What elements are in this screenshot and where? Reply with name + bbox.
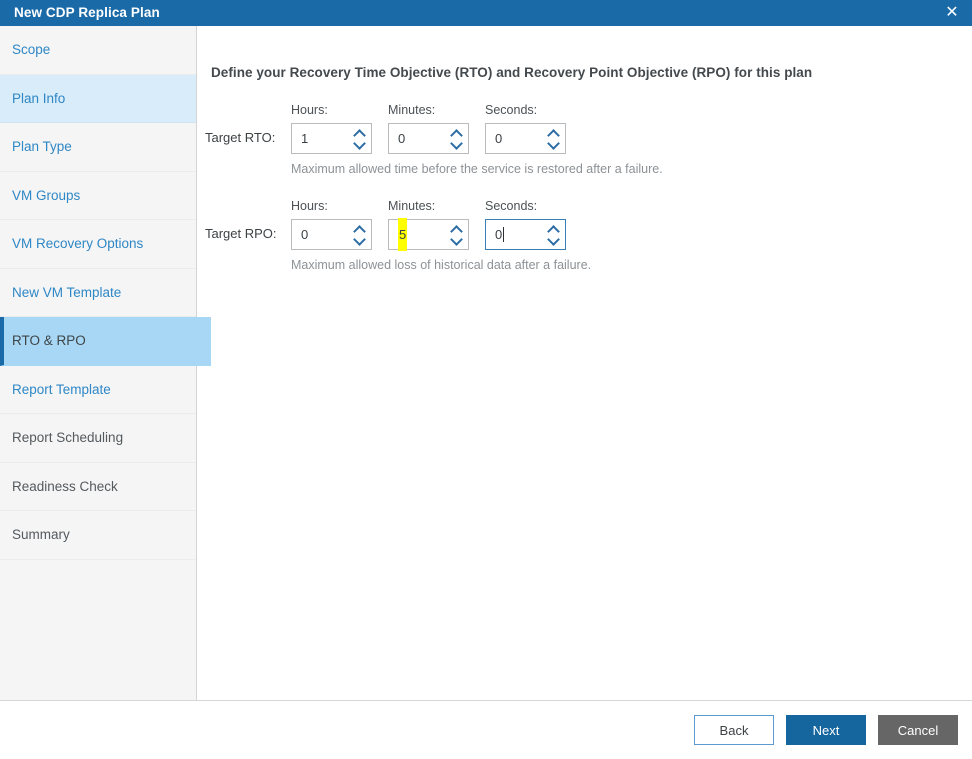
sidebar-item-label: RTO & RPO bbox=[12, 333, 86, 349]
sidebar-item-plan-info[interactable]: Plan Info bbox=[0, 74, 196, 123]
sidebar-item-label: VM Recovery Options bbox=[12, 236, 144, 252]
rto-minutes-spinner-arrows[interactable] bbox=[451, 130, 462, 147]
rpo-minutes-stepper[interactable]: 5 bbox=[388, 218, 469, 251]
close-icon[interactable]: ✕ bbox=[932, 0, 972, 26]
sidebar-item-label: Report Scheduling bbox=[12, 430, 124, 446]
chevron-up-icon[interactable] bbox=[451, 226, 462, 233]
rpo-seconds-stepper[interactable]: 0 bbox=[485, 219, 566, 250]
rpo-minutes-label: Minutes: bbox=[388, 199, 436, 213]
sidebar-item-vm-groups[interactable]: VM Groups bbox=[0, 172, 196, 220]
sidebar-item-label: Plan Type bbox=[12, 139, 72, 155]
chevron-down-icon[interactable] bbox=[548, 236, 559, 243]
target-rpo-row: Target RPO: Hours: 0 Minutes: 5 Seconds:… bbox=[205, 198, 972, 251]
rto-rpo-form: Target RTO: Hours: 1 Minutes: 0 Seconds:… bbox=[197, 80, 972, 272]
rpo-seconds-spinner-arrows[interactable] bbox=[548, 226, 559, 243]
rto-seconds-label: Seconds: bbox=[485, 103, 538, 117]
sidebar-item-report-template[interactable]: Report Template bbox=[0, 366, 196, 414]
rpo-minutes-spinner-arrows[interactable] bbox=[451, 226, 462, 243]
rto-hours-spinner-arrows[interactable] bbox=[354, 130, 365, 147]
rto-hours-stepper[interactable]: 1 bbox=[291, 123, 372, 154]
chevron-down-icon[interactable] bbox=[451, 236, 462, 243]
rpo-hours-stepper[interactable]: 0 bbox=[291, 219, 372, 250]
sidebar-item-label: New VM Template bbox=[12, 284, 122, 300]
chevron-up-icon[interactable] bbox=[451, 130, 462, 137]
rpo-seconds-value-wrap[interactable]: 0 bbox=[495, 219, 505, 250]
rto-seconds-spinner-arrows[interactable] bbox=[548, 130, 559, 147]
rto-minutes-value[interactable]: 0 bbox=[398, 123, 405, 154]
target-rto-row: Target RTO: Hours: 1 Minutes: 0 Seconds:… bbox=[205, 102, 972, 154]
sidebar-item-label: Scope bbox=[12, 42, 51, 58]
sidebar-item-label: Readiness Check bbox=[12, 478, 118, 494]
rto-helper-text: Maximum allowed time before the service … bbox=[291, 162, 663, 176]
rto-minutes-group: Minutes: 0 bbox=[388, 102, 469, 154]
chevron-down-icon[interactable] bbox=[354, 236, 365, 243]
rto-seconds-group: Seconds: 0 bbox=[485, 102, 566, 154]
rto-hours-label: Hours: bbox=[291, 103, 328, 117]
sidebar-item-vm-recovery-options[interactable]: VM Recovery Options bbox=[0, 220, 196, 269]
sidebar-item-plan-type[interactable]: Plan Type bbox=[0, 123, 196, 172]
new-cdp-replica-plan-dialog: New CDP Replica Plan ✕ Scope Plan Info P… bbox=[0, 0, 972, 759]
sidebar-item-label: Plan Info bbox=[12, 90, 66, 106]
text-cursor bbox=[503, 227, 505, 242]
dialog-footer: Back Next Cancel bbox=[0, 700, 972, 759]
rpo-hours-value[interactable]: 0 bbox=[301, 219, 308, 250]
dialog-titlebar: New CDP Replica Plan ✕ bbox=[0, 0, 972, 26]
chevron-down-icon[interactable] bbox=[354, 140, 365, 147]
chevron-up-icon[interactable] bbox=[548, 130, 559, 137]
rto-hours-value[interactable]: 1 bbox=[301, 123, 308, 154]
row-spacer bbox=[205, 176, 972, 198]
rto-seconds-stepper[interactable]: 0 bbox=[485, 123, 566, 154]
target-rpo-label: Target RPO: bbox=[205, 226, 277, 241]
rpo-helper-text: Maximum allowed loss of historical data … bbox=[291, 258, 592, 272]
chevron-down-icon[interactable] bbox=[451, 140, 462, 147]
sidebar-item-summary[interactable]: Summary bbox=[0, 511, 196, 560]
rpo-seconds-value[interactable]: 0 bbox=[495, 227, 502, 242]
rpo-seconds-group: Seconds: 0 bbox=[485, 198, 566, 250]
sidebar-item-scope[interactable]: Scope bbox=[0, 26, 196, 75]
rpo-seconds-label: Seconds: bbox=[485, 199, 538, 213]
sidebar-item-new-vm-template[interactable]: New VM Template bbox=[0, 269, 196, 317]
sidebar-item-label: VM Groups bbox=[12, 187, 81, 203]
chevron-down-icon[interactable] bbox=[548, 140, 559, 147]
next-button[interactable]: Next bbox=[786, 715, 866, 745]
rto-minutes-label: Minutes: bbox=[388, 103, 436, 117]
sidebar-item-label: Report Template bbox=[12, 381, 111, 397]
rpo-minutes-group: Minutes: 5 bbox=[388, 198, 469, 251]
chevron-up-icon[interactable] bbox=[354, 226, 365, 233]
wizard-content-panel: Define your Recovery Time Objective (RTO… bbox=[197, 26, 972, 700]
rpo-minutes-value[interactable]: 5 bbox=[398, 218, 408, 251]
sidebar-item-rto-rpo[interactable]: RTO & RPO bbox=[0, 317, 211, 366]
dialog-title: New CDP Replica Plan bbox=[14, 5, 160, 20]
wizard-step-sidebar: Scope Plan Info Plan Type VM Groups VM R… bbox=[0, 26, 211, 700]
page-title: Define your Recovery Time Objective (RTO… bbox=[211, 65, 813, 80]
rpo-hours-label: Hours: bbox=[291, 199, 328, 213]
cancel-button[interactable]: Cancel bbox=[878, 715, 958, 745]
rpo-hours-group: Hours: 0 bbox=[291, 198, 372, 250]
sidebar-item-label: Summary bbox=[12, 527, 70, 543]
chevron-up-icon[interactable] bbox=[548, 226, 559, 233]
target-rto-label: Target RTO: bbox=[205, 130, 276, 145]
chevron-up-icon[interactable] bbox=[354, 130, 365, 137]
rto-hours-group: Hours: 1 bbox=[291, 102, 372, 154]
rto-minutes-stepper[interactable]: 0 bbox=[388, 123, 469, 154]
dialog-body: Scope Plan Info Plan Type VM Groups VM R… bbox=[0, 26, 972, 700]
sidebar-item-readiness-check[interactable]: Readiness Check bbox=[0, 463, 196, 511]
back-button[interactable]: Back bbox=[694, 715, 774, 745]
rpo-hours-spinner-arrows[interactable] bbox=[354, 226, 365, 243]
sidebar-item-report-scheduling[interactable]: Report Scheduling bbox=[0, 414, 196, 463]
rto-seconds-value[interactable]: 0 bbox=[495, 123, 502, 154]
